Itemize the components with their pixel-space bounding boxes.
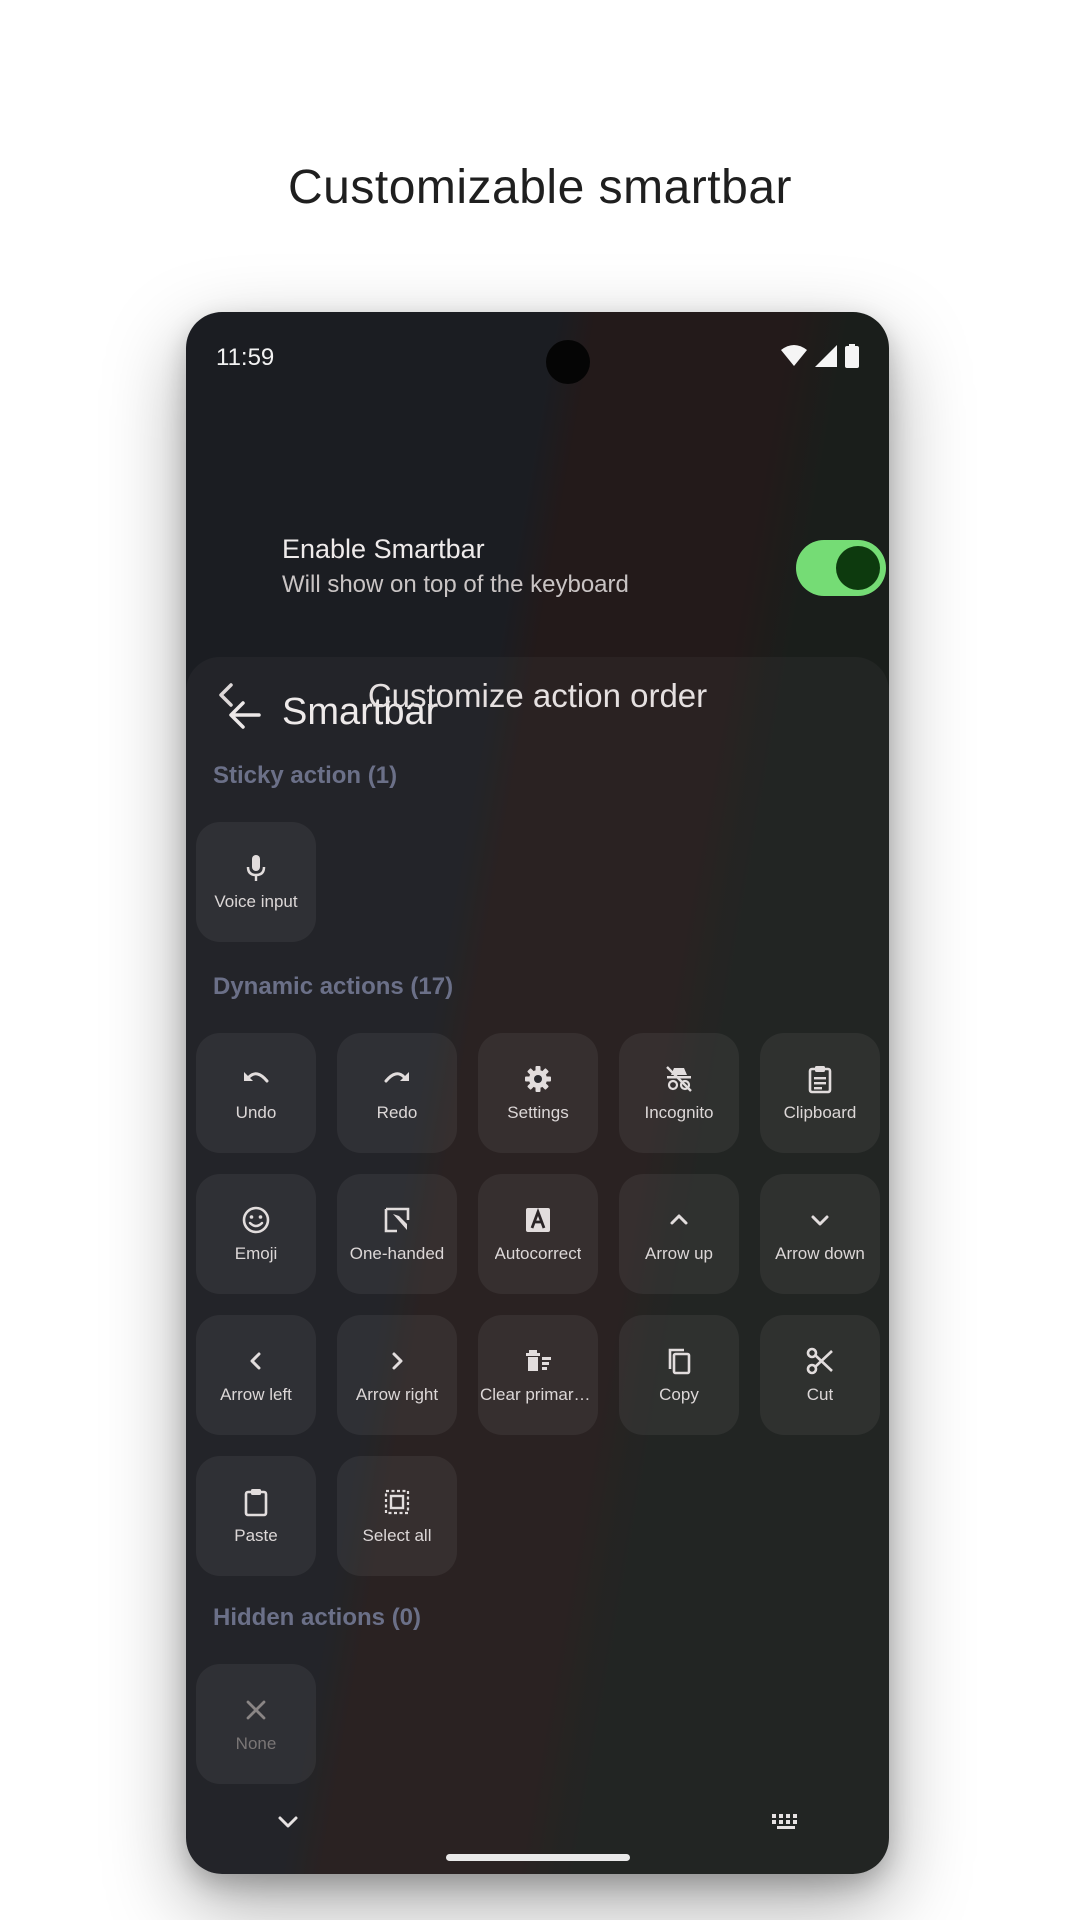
action-tile-arrow-down[interactable]: Arrow down <box>760 1174 880 1294</box>
status-time: 11:59 <box>216 344 275 371</box>
action-label: Redo <box>376 1103 418 1122</box>
home-gesture-handle[interactable] <box>446 1854 630 1861</box>
sticky-actions-grid: Voice input <box>196 822 880 942</box>
action-label: Arrow up <box>644 1244 714 1263</box>
action-label: Arrow right <box>355 1385 439 1404</box>
action-tile-undo[interactable]: Undo <box>196 1033 316 1153</box>
status-bar: 11:59 <box>216 340 859 384</box>
collapse-keyboard-button[interactable] <box>276 1812 300 1837</box>
action-tile-copy[interactable]: Copy <box>619 1315 739 1435</box>
action-label: Arrow down <box>775 1244 865 1263</box>
emoji-icon <box>240 1204 272 1236</box>
action-tile-cut[interactable]: Cut <box>760 1315 880 1435</box>
hidden-section-label: Hidden actions (0) <box>213 1604 422 1631</box>
dynamic-section-label: Dynamic actions (17) <box>213 973 454 1000</box>
action-label: Arrow left <box>220 1385 292 1404</box>
battery-icon <box>845 344 859 373</box>
signal-icon <box>815 345 837 372</box>
copy-icon <box>663 1345 695 1377</box>
keyboard-switch-button[interactable] <box>771 1812 801 1837</box>
sticky-section-label: Sticky action (1) <box>213 762 398 789</box>
setting-title: Enable Smartbar <box>282 534 485 564</box>
gear-icon <box>522 1063 554 1095</box>
action-label: Undo <box>235 1103 277 1122</box>
enable-smartbar-toggle[interactable] <box>796 540 886 596</box>
chevron-up-icon <box>663 1204 695 1236</box>
toggle-knob <box>836 546 880 590</box>
action-label: Emoji <box>234 1244 278 1263</box>
action-label: None <box>235 1734 277 1753</box>
mic-icon <box>240 852 272 884</box>
setting-subtitle: Will show on top of the keyboard <box>282 571 629 598</box>
action-tile-clear-primary[interactable]: Clear primary… <box>478 1315 598 1435</box>
undo-icon <box>240 1063 272 1095</box>
action-tile-redo[interactable]: Redo <box>337 1033 457 1153</box>
dynamic-actions-grid: Undo Redo Settings Incognito Clipboard Emoji O… <box>196 1033 880 1576</box>
action-tile-emoji[interactable]: Emoji <box>196 1174 316 1294</box>
chevron-down-icon <box>804 1204 836 1236</box>
keyboard-icon <box>771 1814 801 1836</box>
close-icon <box>240 1694 272 1726</box>
action-tile-one-handed[interactable]: One-handed <box>337 1174 457 1294</box>
action-label: Select all <box>362 1526 432 1545</box>
action-tile-settings[interactable]: Settings <box>478 1033 598 1153</box>
action-tile-autocorrect[interactable]: Autocorrect <box>478 1174 598 1294</box>
navigation-bar <box>186 1794 889 1874</box>
screenshot-caption: Customizable smartbar <box>288 161 792 214</box>
action-tile-arrow-left[interactable]: Arrow left <box>196 1315 316 1435</box>
action-label: Clear primary… <box>480 1385 596 1404</box>
action-tile-clipboard[interactable]: Clipboard <box>760 1033 880 1153</box>
paste-icon <box>240 1486 272 1518</box>
select-all-icon <box>381 1486 413 1518</box>
action-tile-arrow-up[interactable]: Arrow up <box>619 1174 739 1294</box>
customize-action-sheet: Customize action order Sticky action (1)… <box>186 657 889 1874</box>
action-tile-arrow-right[interactable]: Arrow right <box>337 1315 457 1435</box>
incognito-icon <box>663 1063 695 1095</box>
clipboard-icon <box>804 1063 836 1095</box>
scissors-icon <box>804 1345 836 1377</box>
action-label: Settings <box>507 1103 569 1122</box>
hidden-actions-grid: None <box>196 1664 880 1784</box>
action-tile-voice-input[interactable]: Voice input <box>196 822 316 942</box>
action-tile-select-all[interactable]: Select all <box>337 1456 457 1576</box>
autocorrect-icon <box>522 1204 554 1236</box>
chevron-right-icon <box>381 1345 413 1377</box>
action-label: Clipboard <box>783 1103 857 1122</box>
system-icons <box>781 344 859 373</box>
action-tile-none[interactable]: None <box>196 1664 316 1784</box>
action-tile-paste[interactable]: Paste <box>196 1456 316 1576</box>
action-label: Voice input <box>214 892 298 911</box>
action-label: Copy <box>659 1385 699 1404</box>
chevron-down-icon <box>276 1816 300 1836</box>
redo-icon <box>381 1063 413 1095</box>
action-label: Paste <box>234 1526 278 1545</box>
enable-smartbar-setting[interactable]: Enable Smartbar Will show on top of the … <box>282 534 886 604</box>
action-label: Incognito <box>644 1103 714 1122</box>
wifi-icon <box>781 345 807 372</box>
one-handed-icon <box>381 1204 413 1236</box>
action-label: One-handed <box>349 1244 445 1263</box>
action-label: Autocorrect <box>494 1244 582 1263</box>
action-tile-incognito[interactable]: Incognito <box>619 1033 739 1153</box>
action-label: Cut <box>806 1385 834 1404</box>
camera-cutout <box>546 340 590 384</box>
clear-clip-icon <box>522 1345 554 1377</box>
chevron-left-icon <box>240 1345 272 1377</box>
phone-frame: 11:59 Smartbar Enable Smartbar Will show… <box>186 312 889 1874</box>
sheet-title: Customize action order <box>367 677 708 714</box>
